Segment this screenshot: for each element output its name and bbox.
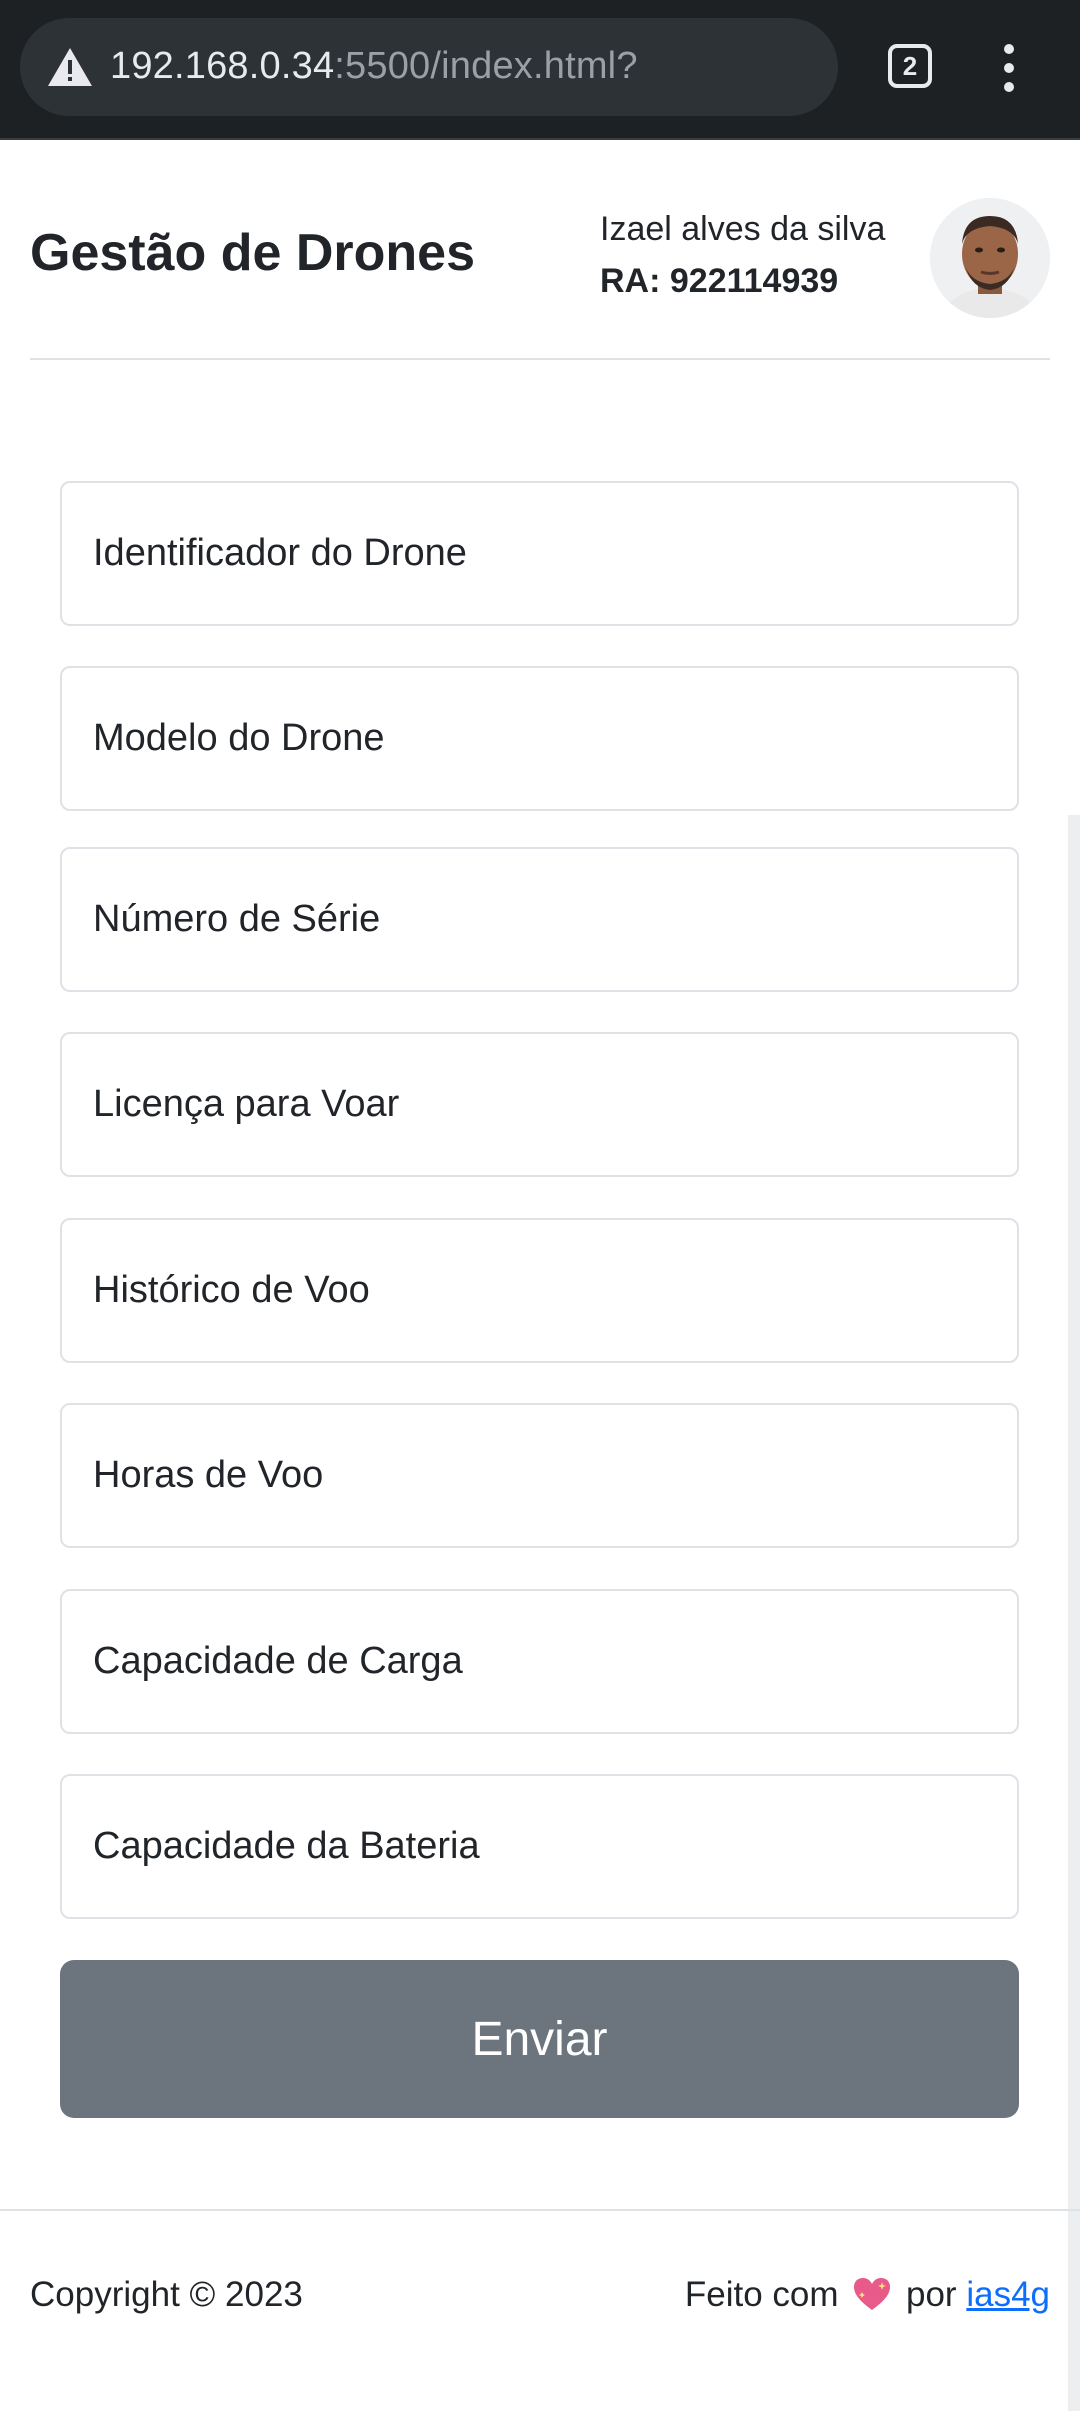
- flight-license-field[interactable]: [60, 1032, 1019, 1177]
- flight-hours-field[interactable]: [60, 1403, 1019, 1548]
- load-capacity-field[interactable]: [60, 1589, 1019, 1734]
- more-vert-icon[interactable]: [996, 44, 1022, 92]
- made-with-credit: Feito com por ias4g: [685, 2275, 1050, 2315]
- sparkling-heart-icon: [854, 2278, 891, 2310]
- copyright-text: Copyright © 2023: [30, 2275, 303, 2314]
- flight-history-field[interactable]: [60, 1218, 1019, 1363]
- warning-icon[interactable]: [46, 46, 94, 88]
- drone-id-field[interactable]: [60, 481, 1019, 626]
- user-ra: RA: 922114939: [600, 262, 839, 300]
- browser-toolbar: 192.168.0.34:5500/index.html? 2: [0, 0, 1080, 140]
- header-divider: [30, 358, 1050, 360]
- battery-capacity-field[interactable]: [60, 1774, 1019, 1919]
- scrollbar[interactable]: [1068, 815, 1080, 2411]
- url-text[interactable]: 192.168.0.34:5500/index.html?: [110, 45, 638, 88]
- made-with-prefix: Feito com: [684, 2275, 839, 2314]
- author-link[interactable]: ias4g: [966, 2275, 1050, 2314]
- made-with-middle: por: [906, 2275, 957, 2314]
- tab-switcher-icon[interactable]: 2: [888, 44, 932, 88]
- footer-divider: [0, 2209, 1080, 2211]
- drone-model-field[interactable]: [60, 666, 1019, 811]
- user-name: Izael alves da silva: [600, 210, 886, 248]
- serial-number-field[interactable]: [60, 847, 1019, 992]
- page-title: Gestão de Drones: [30, 224, 476, 282]
- submit-button[interactable]: Enviar: [60, 1960, 1019, 2118]
- avatar: [930, 198, 1050, 318]
- address-bar[interactable]: 192.168.0.34:5500/index.html?: [20, 18, 838, 116]
